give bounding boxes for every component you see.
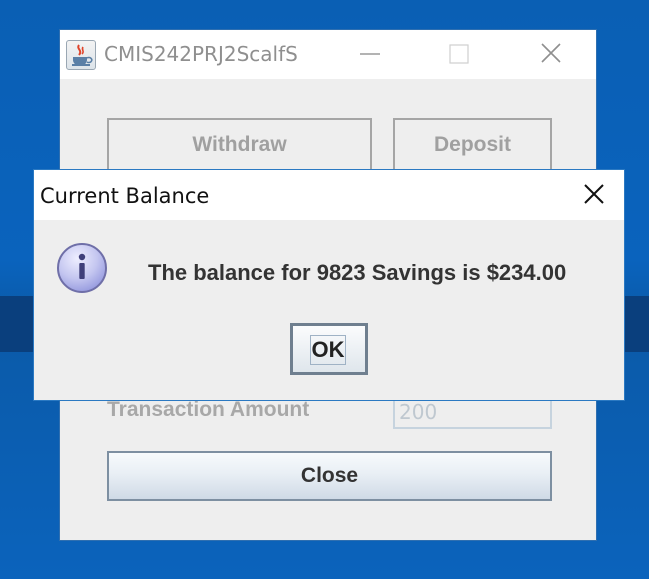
dialog-title: Current Balance bbox=[40, 184, 210, 208]
balance-message: The balance for 9823 Savings is $234.00 bbox=[148, 260, 567, 285]
close-icon bbox=[584, 184, 604, 204]
java-app-icon bbox=[66, 40, 96, 70]
transaction-amount-label: Transaction Amount bbox=[107, 398, 310, 421]
ok-button[interactable]: OK bbox=[290, 323, 368, 375]
close-button[interactable]: Close bbox=[107, 451, 552, 501]
deposit-button[interactable]: Deposit bbox=[393, 118, 552, 171]
current-balance-dialog: Current Balance The balance for 9823 Sav… bbox=[33, 169, 625, 401]
window-close-button[interactable] bbox=[528, 36, 574, 72]
main-title-bar[interactable]: CMIS242PRJ2ScalfS bbox=[60, 30, 596, 79]
minimize-button[interactable] bbox=[347, 36, 393, 72]
minimize-icon bbox=[360, 53, 380, 55]
dialog-title-bar[interactable]: Current Balance bbox=[34, 170, 624, 220]
info-icon bbox=[57, 243, 107, 293]
close-icon bbox=[541, 43, 561, 63]
main-window-title: CMIS242PRJ2ScalfS bbox=[104, 42, 298, 66]
ok-button-label: OK bbox=[310, 335, 346, 365]
dialog-close-button[interactable] bbox=[575, 177, 613, 213]
maximize-button[interactable] bbox=[435, 36, 481, 72]
maximize-icon bbox=[449, 44, 469, 64]
withdraw-button[interactable]: Withdraw bbox=[107, 118, 372, 171]
